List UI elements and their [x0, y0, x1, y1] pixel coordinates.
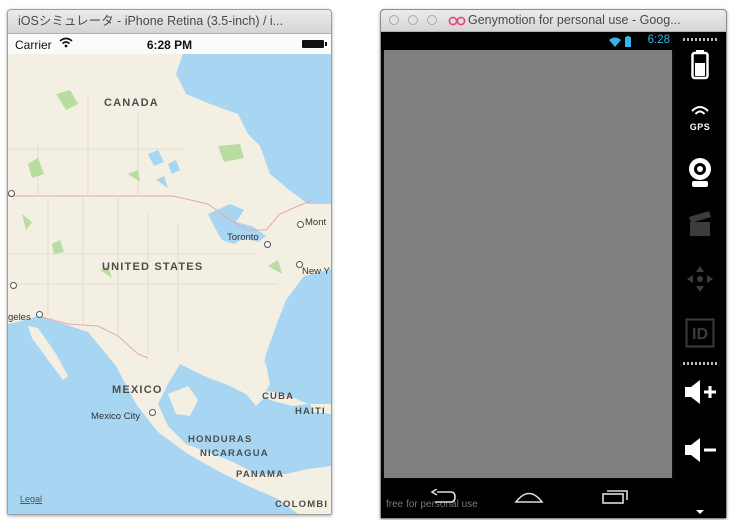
map-label-united-states: UNITED STATES	[102, 261, 204, 273]
home-icon[interactable]	[514, 489, 544, 510]
city-dot-montreal[interactable]	[297, 221, 304, 228]
genymotion-titlebar: Genymotion for personal use - Goog...	[381, 10, 726, 32]
city-dot-west-2[interactable]	[10, 282, 17, 289]
clapboard-icon[interactable]	[674, 209, 726, 242]
genymotion-logo-icon	[448, 14, 466, 32]
map-label-nicaragua: NICARAGUA	[200, 448, 269, 459]
baja-california	[28, 326, 68, 380]
ios-status-time: 6:28 PM	[146, 38, 193, 52]
dpad-icon[interactable]	[674, 264, 726, 299]
android-status-time: 6:28	[647, 34, 670, 46]
map-label-panama: PANAMA	[236, 469, 285, 480]
android-nav-bar: free for personal use	[381, 479, 674, 518]
gps-icon	[691, 106, 709, 115]
city-label-montreal: Mont	[305, 217, 327, 228]
minimize-window-button[interactable]	[408, 15, 418, 25]
city-dot-mexico-city[interactable]	[149, 409, 156, 416]
android-wifi-icon	[609, 37, 621, 47]
gps-label: GPS	[689, 122, 711, 132]
city-dot-west[interactable]	[8, 190, 15, 197]
ios-window-title: iOSシミュレータ - iPhone Retina (3.5-inch) / i…	[8, 10, 331, 34]
menu-arrow-icon[interactable]	[674, 502, 726, 518]
legal-link[interactable]: Legal	[20, 494, 42, 504]
map-label-mexico: MEXICO	[112, 384, 163, 396]
volume-down-icon[interactable]	[674, 436, 726, 469]
genymotion-window: Genymotion for personal use - Goog... 6:…	[380, 9, 727, 519]
camera-icon[interactable]	[674, 157, 726, 194]
recent-apps-icon[interactable]	[601, 489, 629, 510]
yucatan	[168, 386, 198, 416]
city-label-toronto: Toronto	[227, 232, 259, 243]
close-window-button[interactable]	[389, 15, 399, 25]
gps-widget[interactable]: GPS	[674, 104, 726, 132]
city-dot-toronto[interactable]	[264, 241, 271, 248]
map-label-haiti: HAITI	[295, 406, 326, 417]
id-icon[interactable]: ID	[674, 318, 726, 353]
map-label-honduras: HONDURAS	[188, 434, 253, 445]
map-view[interactable]: CANADA UNITED STATES MEXICO CUBA HAITI H…	[8, 54, 331, 514]
map-label-canada: CANADA	[104, 97, 159, 109]
map-label-cuba: CUBA	[262, 391, 295, 402]
genymotion-window-title: Genymotion for personal use - Goog...	[468, 13, 681, 27]
battery-icon	[302, 40, 327, 48]
volume-up-icon[interactable]	[674, 378, 726, 411]
ios-status-bar: Carrier 6:28 PM	[8, 34, 331, 54]
city-label-los-angeles: geles	[8, 312, 31, 323]
city-label-mexico-city: Mexico City	[91, 411, 141, 422]
map-graphic	[8, 54, 331, 514]
map-label-colombia: COLOMBI	[275, 499, 329, 510]
sidebar-separator	[683, 362, 717, 365]
city-label-new-york: New Y	[302, 266, 330, 277]
zoom-window-button[interactable]	[427, 15, 437, 25]
android-screen[interactable]	[384, 50, 672, 478]
battery-icon[interactable]	[674, 50, 726, 85]
android-battery-icon	[625, 37, 631, 47]
back-icon[interactable]	[429, 488, 457, 510]
city-dot-los-angeles[interactable]	[36, 311, 43, 318]
id-label: ID	[692, 326, 708, 343]
genymotion-sidebar: GPS ID	[674, 32, 726, 518]
ios-simulator-window: iOSシミュレータ - iPhone Retina (3.5-inch) / i…	[7, 9, 332, 515]
android-status-bar: 6:28	[381, 32, 674, 50]
sidebar-separator	[683, 38, 717, 41]
